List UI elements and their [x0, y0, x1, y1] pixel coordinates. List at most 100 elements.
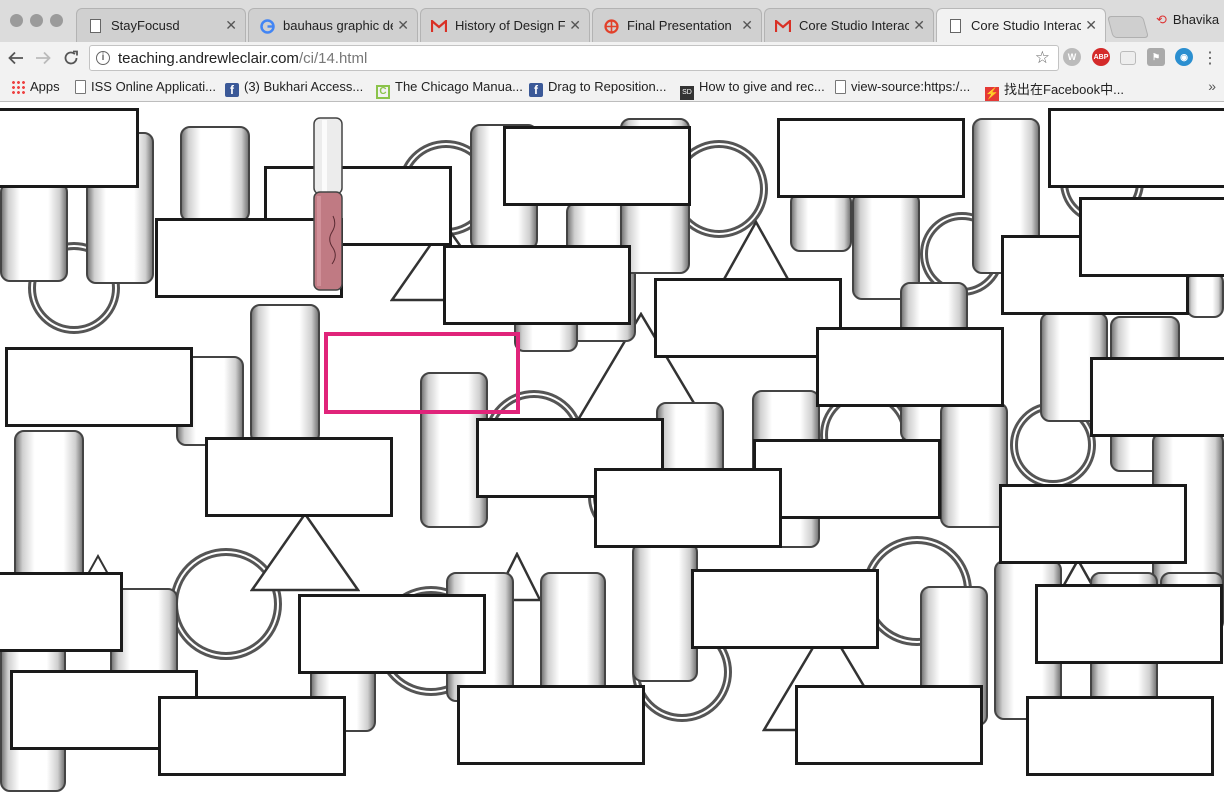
tab-history-of-design[interactable]: History of Design Final ✕: [420, 8, 590, 42]
apps-grid-icon: [11, 80, 25, 94]
tab-title: StayFocusd: [111, 18, 180, 33]
rectangle-shape: [158, 696, 346, 776]
tab-title: bauhaus graphic design - Google Search: [283, 18, 393, 33]
rectangle-shape: [443, 245, 631, 325]
close-tab-icon[interactable]: ✕: [569, 17, 581, 34]
rectangle-shape: [654, 278, 842, 358]
zoom-window-button[interactable]: [50, 14, 63, 27]
tab-core-studio-page[interactable]: Core Studio Interaction ✕: [936, 8, 1106, 42]
bookmark-label: view-source:https:/...: [851, 79, 971, 94]
close-tab-icon[interactable]: ✕: [225, 17, 237, 34]
bookmark-label: Drag to Reposition...: [548, 79, 667, 94]
tab-bar: StayFocusd ✕ bauhaus graphic design - Go…: [0, 0, 1224, 42]
rectangle-shape: [594, 468, 782, 548]
google-icon: [259, 18, 275, 34]
bookmark-apps[interactable]: Apps: [11, 79, 60, 97]
tab-stayfocusd[interactable]: StayFocusd ✕: [76, 8, 246, 42]
extension-box-icon[interactable]: [1120, 51, 1136, 65]
rectangle-shape: [1079, 197, 1224, 277]
rectangle-shape: [5, 347, 193, 427]
cylinder-shape: [790, 192, 852, 252]
page-icon: [75, 80, 86, 94]
bookmark-how-to-give[interactable]: SD How to give and rec...: [680, 79, 825, 100]
bookmark-label: (3) Bukhari Access...: [244, 79, 364, 94]
bookmark-label: ISS Online Applicati...: [91, 79, 217, 94]
tab-title: Final Presentation: [627, 18, 732, 33]
facebook-icon: f: [529, 83, 543, 97]
reload-button[interactable]: [60, 46, 82, 70]
bookmark-star-icon[interactable]: ☆: [1035, 48, 1050, 68]
bookmark-view-source[interactable]: view-source:https:/...: [835, 79, 970, 97]
cylinder-shape: [1186, 272, 1224, 318]
sync-icon: ⟲: [1156, 12, 1167, 27]
cylinder-shape: [14, 430, 84, 590]
adblock-icon[interactable]: ABP: [1092, 48, 1110, 66]
close-tab-icon[interactable]: ✕: [741, 17, 753, 34]
cylinder-shape: [0, 182, 68, 282]
minimize-window-button[interactable]: [30, 14, 43, 27]
chicago-manual-icon: C: [376, 85, 390, 99]
close-window-button[interactable]: [10, 14, 23, 27]
reload-icon: [64, 50, 78, 65]
tab-title: Core Studio Interaction: [799, 18, 909, 33]
cylinder-shape: [180, 126, 250, 222]
back-button[interactable]: [5, 46, 27, 70]
triangle-shape: [250, 512, 360, 592]
address-bar[interactable]: i teaching.andrewleclair.com/ci/14.html …: [89, 45, 1059, 71]
cylinder-shape: [632, 542, 698, 682]
page-icon: [947, 18, 963, 34]
rectangle-shape: [1035, 584, 1223, 664]
rectangle-shape: [1090, 357, 1224, 437]
extension-eye-icon[interactable]: ◉: [1175, 48, 1193, 66]
rectangle-shape: [795, 685, 983, 765]
bookmark-chicago-manual[interactable]: C The Chicago Manua...: [376, 79, 523, 99]
page-icon: [835, 80, 846, 94]
pink-outline-box: [324, 332, 520, 414]
bookmark-drag-reposition[interactable]: f Drag to Reposition...: [529, 79, 667, 97]
profile-button[interactable]: ⟲ Bhavika: [1156, 12, 1219, 28]
url-host: teaching.andrewleclair.com: [118, 50, 299, 67]
rectangle-shape: [816, 327, 1004, 407]
bookmark-iss[interactable]: ISS Online Applicati...: [75, 79, 216, 97]
presentation-icon: [603, 18, 619, 34]
rectangle-shape: [205, 437, 393, 517]
facebook-icon: f: [225, 83, 239, 97]
rectangle-shape: [298, 594, 486, 674]
url-text: teaching.andrewleclair.com/ci/14.html: [118, 50, 367, 67]
menu-button[interactable]: ⋮: [1199, 46, 1221, 70]
rectangle-shape: [0, 108, 139, 188]
forward-button[interactable]: [32, 46, 54, 70]
close-tab-icon[interactable]: ✕: [1085, 17, 1097, 34]
rectangle-shape: [1026, 696, 1214, 776]
url-path: /ci/14.html: [298, 50, 368, 67]
cylinder-shape: [250, 304, 320, 444]
close-tab-icon[interactable]: ✕: [397, 17, 409, 34]
extension-w-icon[interactable]: W: [1063, 48, 1081, 66]
site-info-icon[interactable]: i: [96, 51, 110, 65]
tab-title: History of Design Final: [455, 18, 565, 33]
bookmark-bukhari[interactable]: f (3) Bukhari Access...: [225, 79, 363, 97]
extension-figure-icon[interactable]: ⚑: [1147, 48, 1165, 66]
rectangle-shape: [1048, 108, 1224, 188]
tab-google-search[interactable]: bauhaus graphic design - Google Search ✕: [248, 8, 418, 42]
rectangle-shape: [457, 685, 645, 765]
tab-core-studio-gmail[interactable]: Core Studio Interaction ✕: [764, 8, 934, 42]
tab-final-presentation[interactable]: Final Presentation ✕: [592, 8, 762, 42]
speakerdeck-icon: SD: [680, 86, 694, 100]
new-tab-button[interactable]: [1107, 16, 1149, 38]
more-bookmarks-icon[interactable]: »: [1208, 78, 1216, 94]
lip-gloss-tube-image[interactable]: [312, 116, 344, 292]
rectangle-shape: [0, 572, 123, 652]
bolt-icon: ⚡: [985, 87, 999, 101]
back-arrow-icon: [8, 51, 23, 65]
rectangle-shape: [999, 484, 1187, 564]
bookmark-facebook-find[interactable]: ⚡ 找出在Facebook中...: [985, 79, 1124, 101]
page-icon: [87, 18, 103, 34]
bookmark-label: How to give and rec...: [699, 79, 825, 94]
kebab-menu-icon: ⋮: [1202, 50, 1218, 67]
cylinder-shape: [940, 402, 1008, 528]
forward-arrow-icon: [36, 51, 51, 65]
profile-name: Bhavika: [1172, 12, 1220, 27]
rectangle-shape: [503, 126, 691, 206]
close-tab-icon[interactable]: ✕: [913, 17, 925, 34]
